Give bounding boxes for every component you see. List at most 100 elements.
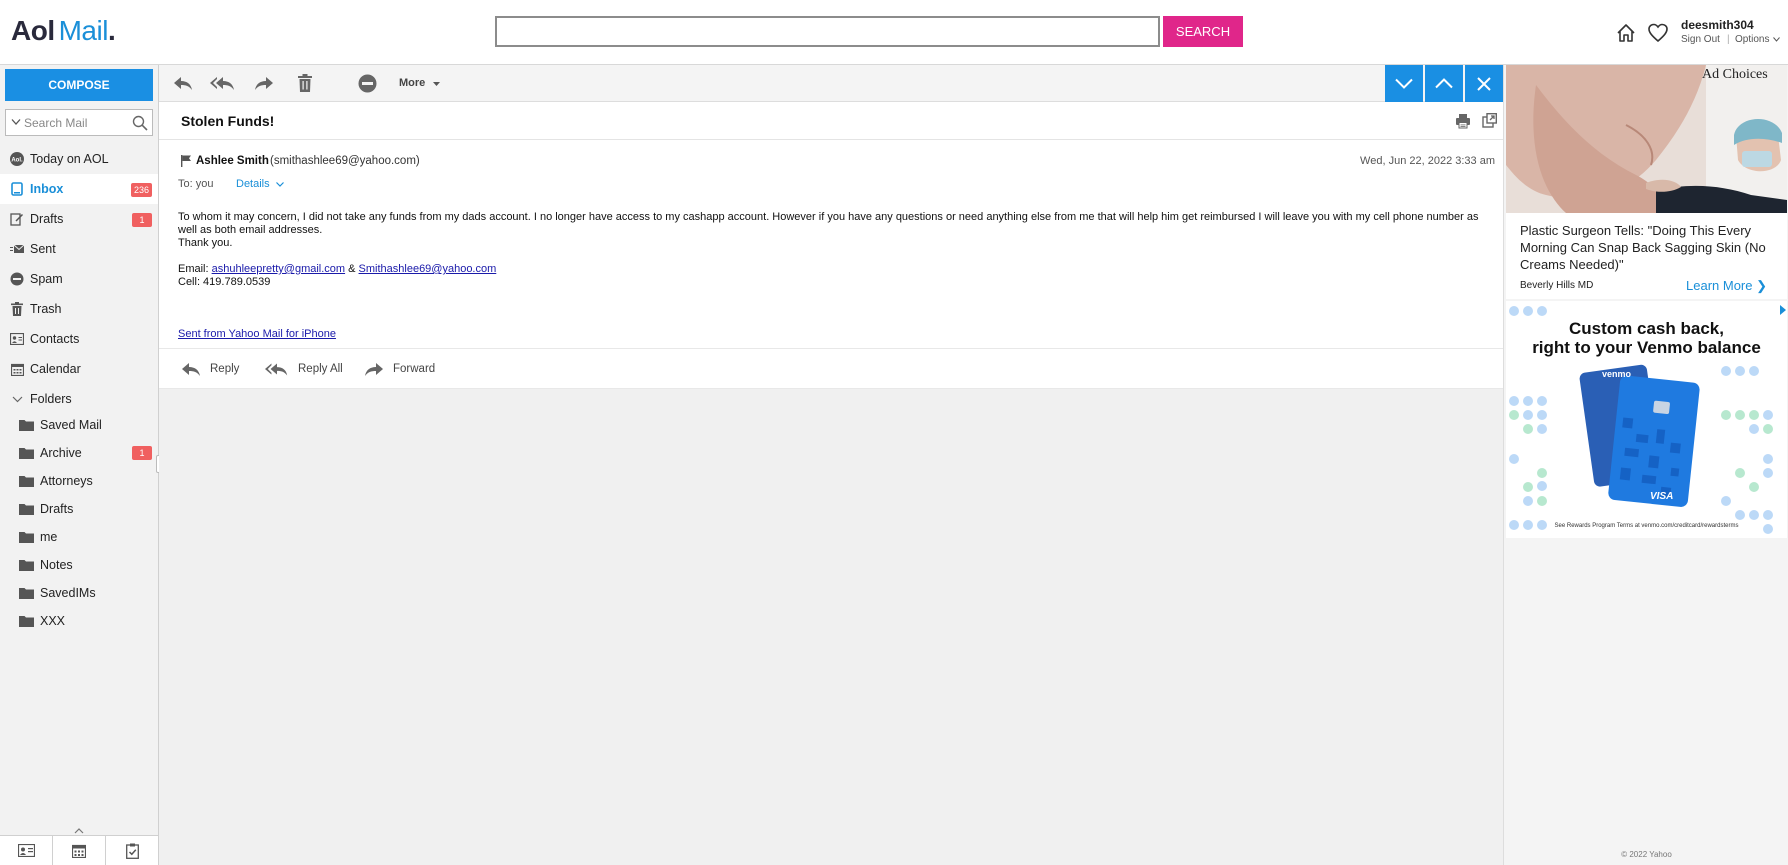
header-separator: |	[1727, 34, 1730, 45]
sidebar-item-today-on-aol[interactable]: Aol. Today on AOL	[0, 144, 158, 174]
folder-label: me	[40, 530, 58, 544]
calendar-tab[interactable]	[53, 836, 106, 865]
email-link-gmail[interactable]: ashuhleepretty@gmail.com	[212, 263, 345, 275]
learn-more-link[interactable]: Learn More ❯	[1686, 278, 1767, 294]
reply-bottom-button[interactable]: Reply	[181, 361, 239, 377]
sidebar-item-contacts[interactable]: Contacts	[0, 324, 158, 354]
chevron-up-icon[interactable]	[74, 828, 84, 834]
folder-icon	[19, 448, 34, 459]
folder-item-savedims[interactable]: SavedIMs	[0, 579, 158, 607]
reply-button[interactable]	[171, 72, 195, 94]
reply-label: Reply	[210, 363, 240, 375]
visa-logo: VISA	[1650, 491, 1674, 502]
sidebar-item-inbox[interactable]: Inbox 236	[0, 174, 158, 204]
sidebar-item-trash[interactable]: Trash	[0, 294, 158, 324]
sidebar-item-spam[interactable]: Spam	[0, 264, 158, 294]
folder-label: XXX	[40, 614, 66, 628]
forward-bottom-button[interactable]: Forward	[364, 361, 435, 377]
options-menu[interactable]: Options	[1735, 34, 1781, 45]
folder-label: Drafts	[40, 502, 74, 516]
email-link-yahoo[interactable]: Smithashlee69@yahoo.com	[359, 263, 497, 275]
details-toggle[interactable]: Details	[236, 178, 270, 190]
sidebar-item-sent[interactable]: Sent	[0, 234, 158, 264]
logo-mail: Mail	[58, 15, 109, 46]
print-icon[interactable]	[1455, 113, 1471, 129]
folder-label: Attorneys	[40, 474, 93, 488]
calendar-icon	[10, 362, 24, 376]
home-icon[interactable]	[1615, 22, 1637, 44]
sidebar-item-label: Trash	[30, 302, 62, 316]
folder-label: Saved Mail	[40, 418, 102, 432]
folder-icon	[19, 560, 34, 571]
venmo-fine-print: See Rewards Program Terms at venmo.com/c…	[1554, 523, 1739, 529]
folder-item-drafts[interactable]: Drafts	[0, 495, 158, 523]
spam-button[interactable]	[355, 72, 379, 94]
close-icon	[1477, 76, 1491, 91]
chevron-up-icon	[1435, 78, 1453, 89]
folder-item-attorneys[interactable]: Attorneys	[0, 467, 158, 495]
popout-icon[interactable]	[1482, 113, 1497, 128]
sidebar-item-calendar[interactable]: Calendar	[0, 354, 158, 384]
folder-item-saved-mail[interactable]: Saved Mail	[0, 411, 158, 439]
sidebar-item-label: Calendar	[30, 362, 81, 376]
trash-icon	[298, 74, 312, 92]
copyright-text: © 2022 Yahoo	[1621, 850, 1672, 859]
chevron-down-icon[interactable]	[11, 118, 21, 126]
chevron-down-icon[interactable]	[276, 182, 284, 187]
folder-item-xxx[interactable]: XXX	[0, 607, 158, 635]
close-message-button[interactable]	[1465, 65, 1503, 102]
reply-all-button[interactable]	[209, 72, 237, 94]
more-menu[interactable]: More	[399, 77, 425, 89]
logo-dot: .	[107, 15, 116, 46]
folder-icon	[19, 476, 34, 487]
left-sidebar: COMPOSE Aol. Today on AOL Inbox 236 Draf…	[0, 65, 162, 865]
tasks-tab[interactable]	[106, 836, 158, 865]
contacts-tab[interactable]	[0, 836, 53, 865]
ad-image[interactable]	[1506, 65, 1787, 213]
delete-button[interactable]	[293, 72, 317, 94]
sidebar-item-label: Drafts	[30, 212, 64, 226]
aol-mail-logo[interactable]: Aol Mail.	[11, 15, 116, 47]
drafts-count-badge: 1	[132, 213, 152, 227]
web-search-input[interactable]	[495, 16, 1160, 47]
mail-search-input[interactable]	[24, 112, 129, 133]
username: deesmith304	[1681, 18, 1754, 32]
folder-item-notes[interactable]: Notes	[0, 551, 158, 579]
message-pane: More Stolen Funds! Ashlee Smith (smithas…	[159, 65, 1503, 865]
sidebar-item-folders[interactable]: Folders	[0, 384, 158, 414]
advertisement-surgeon[interactable]: Ad Choices Plastic Surgeon Tells: "Doing…	[1506, 65, 1787, 299]
venmo-card-logo: venmo	[1602, 369, 1632, 379]
message-subject: Stolen Funds!	[181, 113, 275, 129]
folder-item-me[interactable]: me	[0, 523, 158, 551]
sign-out-link[interactable]: Sign Out	[1681, 34, 1720, 45]
contacts-icon	[17, 844, 35, 857]
message-header: Stolen Funds!	[159, 102, 1503, 140]
caret-down-icon[interactable]	[433, 82, 440, 86]
flag-icon[interactable]	[181, 155, 191, 167]
ad-choices-link[interactable]: Ad Choices	[1702, 67, 1768, 83]
folder-item-archive[interactable]: Archive 1	[0, 439, 158, 467]
advertisement-venmo[interactable]: Custom cash back, right to your Venmo ba…	[1506, 301, 1787, 538]
contacts-icon	[10, 332, 24, 346]
signature-link[interactable]: Sent from Yahoo Mail for iPhone	[178, 328, 336, 340]
mail-search-box[interactable]	[5, 109, 153, 136]
forward-button[interactable]	[252, 72, 276, 94]
forward-label: Forward	[393, 363, 436, 375]
chevron-down-icon	[1395, 78, 1413, 89]
heart-icon[interactable]	[1647, 22, 1669, 44]
spam-icon	[10, 272, 24, 286]
sidebar-item-drafts[interactable]: Drafts 1	[0, 204, 158, 234]
search-button[interactable]: SEARCH	[1163, 16, 1243, 47]
next-message-button[interactable]	[1385, 65, 1423, 102]
message-text: To whom it may concern, I did not take a…	[178, 211, 1479, 236]
ad-headline[interactable]: Plastic Surgeon Tells: "Doing This Every…	[1520, 222, 1780, 273]
search-icon[interactable]	[132, 115, 148, 131]
folder-icon	[19, 420, 34, 431]
previous-message-button[interactable]	[1425, 65, 1463, 102]
reply-all-bottom-button[interactable]: Reply All	[265, 361, 343, 377]
forward-icon	[255, 77, 273, 90]
message-toolbar: More	[159, 65, 1503, 102]
compose-button[interactable]: COMPOSE	[5, 69, 153, 101]
folder-label: SavedIMs	[40, 586, 96, 600]
aol-icon-text: Aol.	[11, 158, 23, 164]
